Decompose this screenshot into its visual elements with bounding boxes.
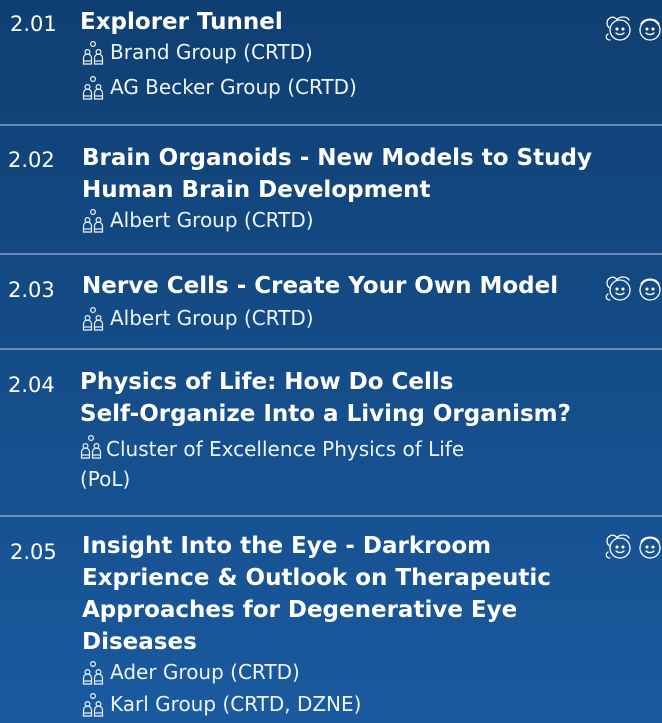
people-group-icon [82, 692, 104, 717]
divider [0, 124, 662, 126]
group-line: Brand Group (CRTD) [82, 37, 313, 67]
group-name: Ader Group (CRTD) [110, 660, 300, 684]
divider [0, 515, 662, 517]
group-name: AG Becker Group (CRTD) [110, 75, 357, 99]
group-line: Albert Group (CRTD) [82, 303, 314, 333]
entry-number: 2.03 [8, 278, 55, 302]
group-name-continued: (PoL) [80, 467, 131, 491]
people-group-icon [82, 40, 104, 65]
group-line: Cluster of Excellence Physics of Life (P… [80, 431, 510, 494]
group-line: Ader Group (CRTD) [82, 657, 300, 687]
people-group-icon [80, 434, 102, 459]
group-line: Karl Group (CRTD, DZNE) [82, 689, 361, 719]
entry-number: 2.01 [10, 12, 57, 36]
people-group-icon [82, 660, 104, 685]
people-group-icon [82, 306, 104, 331]
entry-number: 2.05 [10, 540, 57, 564]
group-line: AG Becker Group (CRTD) [82, 72, 357, 102]
group-name: Albert Group (CRTD) [110, 208, 314, 232]
group-name: Albert Group (CRTD) [110, 306, 314, 330]
entry-number: 2.04 [8, 373, 55, 397]
title-line: Approaches for Degenerative Eye [82, 597, 518, 623]
divider [0, 348, 662, 350]
entry-title: Explorer Tunnel [80, 6, 283, 38]
group-name: Cluster of Excellence Physics of Life [106, 437, 465, 461]
group-line: Albert Group (CRTD) [82, 205, 314, 235]
title-line: Diseases [82, 629, 197, 655]
title-line: Explorer Tunnel [80, 9, 283, 35]
title-line: Nerve Cells - Create Your Own Model [82, 273, 559, 299]
entry-title: Insight Into the Eye - Darkroom Exprienc… [82, 530, 551, 658]
group-name: Brand Group (CRTD) [110, 40, 313, 64]
title-line: Self-Organize Into a Living Organism? [80, 401, 571, 427]
entry-number: 2.02 [8, 148, 55, 172]
title-line: Human Brain Development [82, 177, 431, 203]
entry-title: Nerve Cells - Create Your Own Model [82, 270, 558, 302]
group-name: Karl Group (CRTD, DZNE) [110, 692, 362, 716]
title-line: Exprience & Outlook on Therapeutic [82, 565, 551, 591]
girl-boy-faces-icon [605, 276, 661, 301]
entry-title: Brain Organoids - New Models to Study Hu… [82, 142, 592, 206]
girl-boy-faces-icon [605, 534, 661, 559]
title-line: Physics of Life: How Do Cells [80, 369, 454, 395]
people-group-icon [82, 75, 104, 100]
girl-boy-faces-icon [605, 16, 661, 41]
people-group-icon [82, 208, 104, 233]
divider [0, 253, 662, 255]
entry-title: Physics of Life: How Do Cells Self-Organ… [80, 366, 571, 430]
title-line: Brain Organoids - New Models to Study [82, 145, 592, 171]
title-line: Insight Into the Eye - Darkroom [82, 533, 492, 559]
